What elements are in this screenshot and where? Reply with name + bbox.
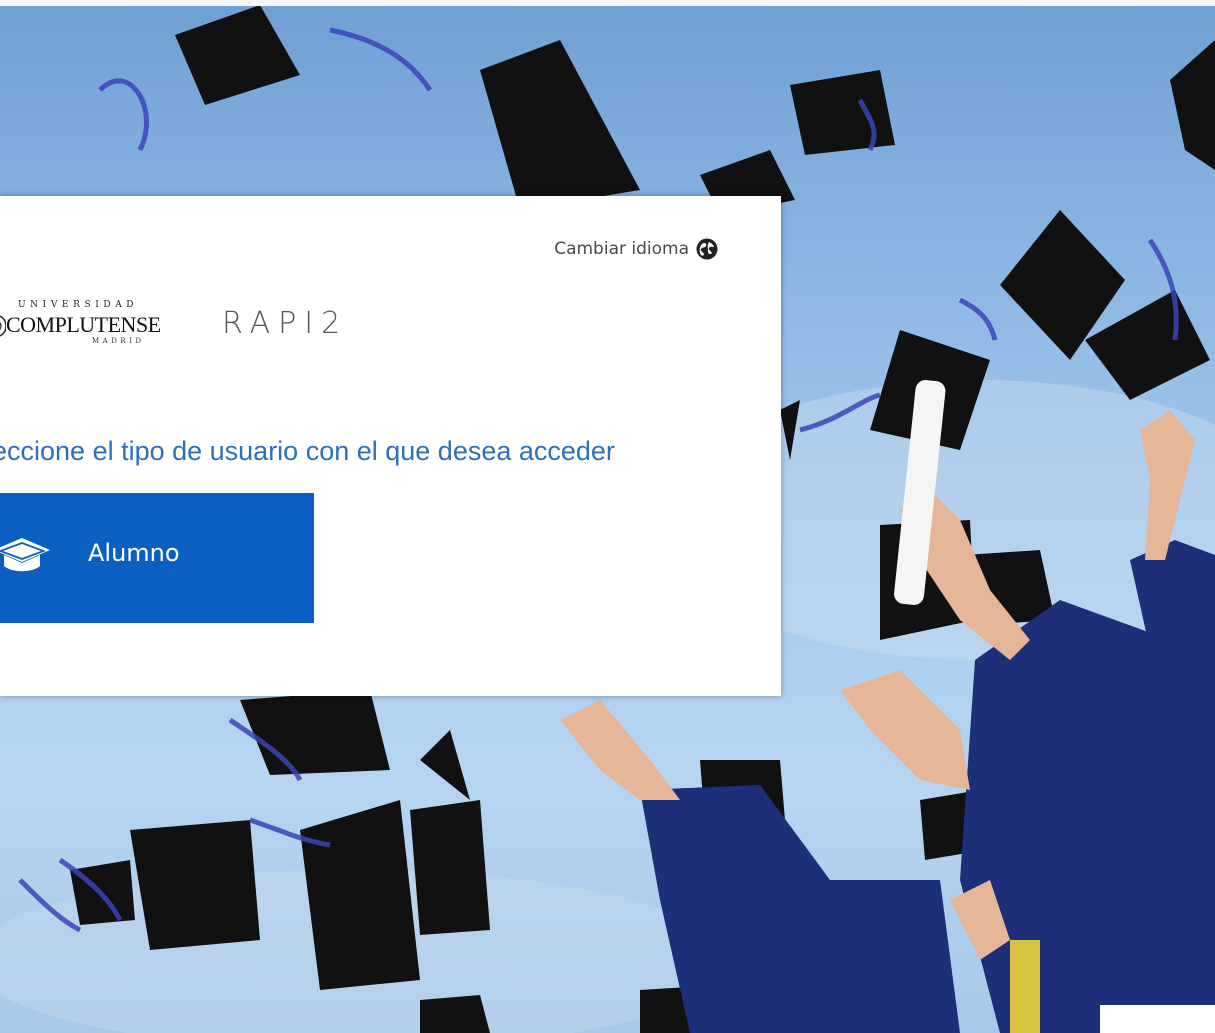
globe-icon <box>696 238 718 260</box>
student-button-label: Alumno <box>88 539 180 567</box>
app-title: RAPI2 <box>222 306 349 341</box>
user-type-prompt: leccione el tipo de usuario con el que d… <box>0 436 615 466</box>
logo-top-text: UNIVERSIDAD <box>18 300 139 310</box>
logo-bottom-text: MADRID <box>92 337 145 345</box>
top-strip <box>0 0 1215 6</box>
graduation-cap-icon <box>0 538 50 572</box>
logo-main-text: COMPLUTENSE <box>6 312 161 337</box>
student-login-button[interactable]: Alumno <box>0 493 314 623</box>
university-logo: UNIVERSIDAD COMPLUTENSE MADRID <box>0 300 166 348</box>
change-language-label: Cambiar idioma <box>554 239 689 259</box>
change-language-link[interactable]: Cambiar idioma <box>554 238 718 260</box>
login-card: Cambiar idioma UNIVERSIDAD COMPLUTENSE M… <box>0 196 781 696</box>
